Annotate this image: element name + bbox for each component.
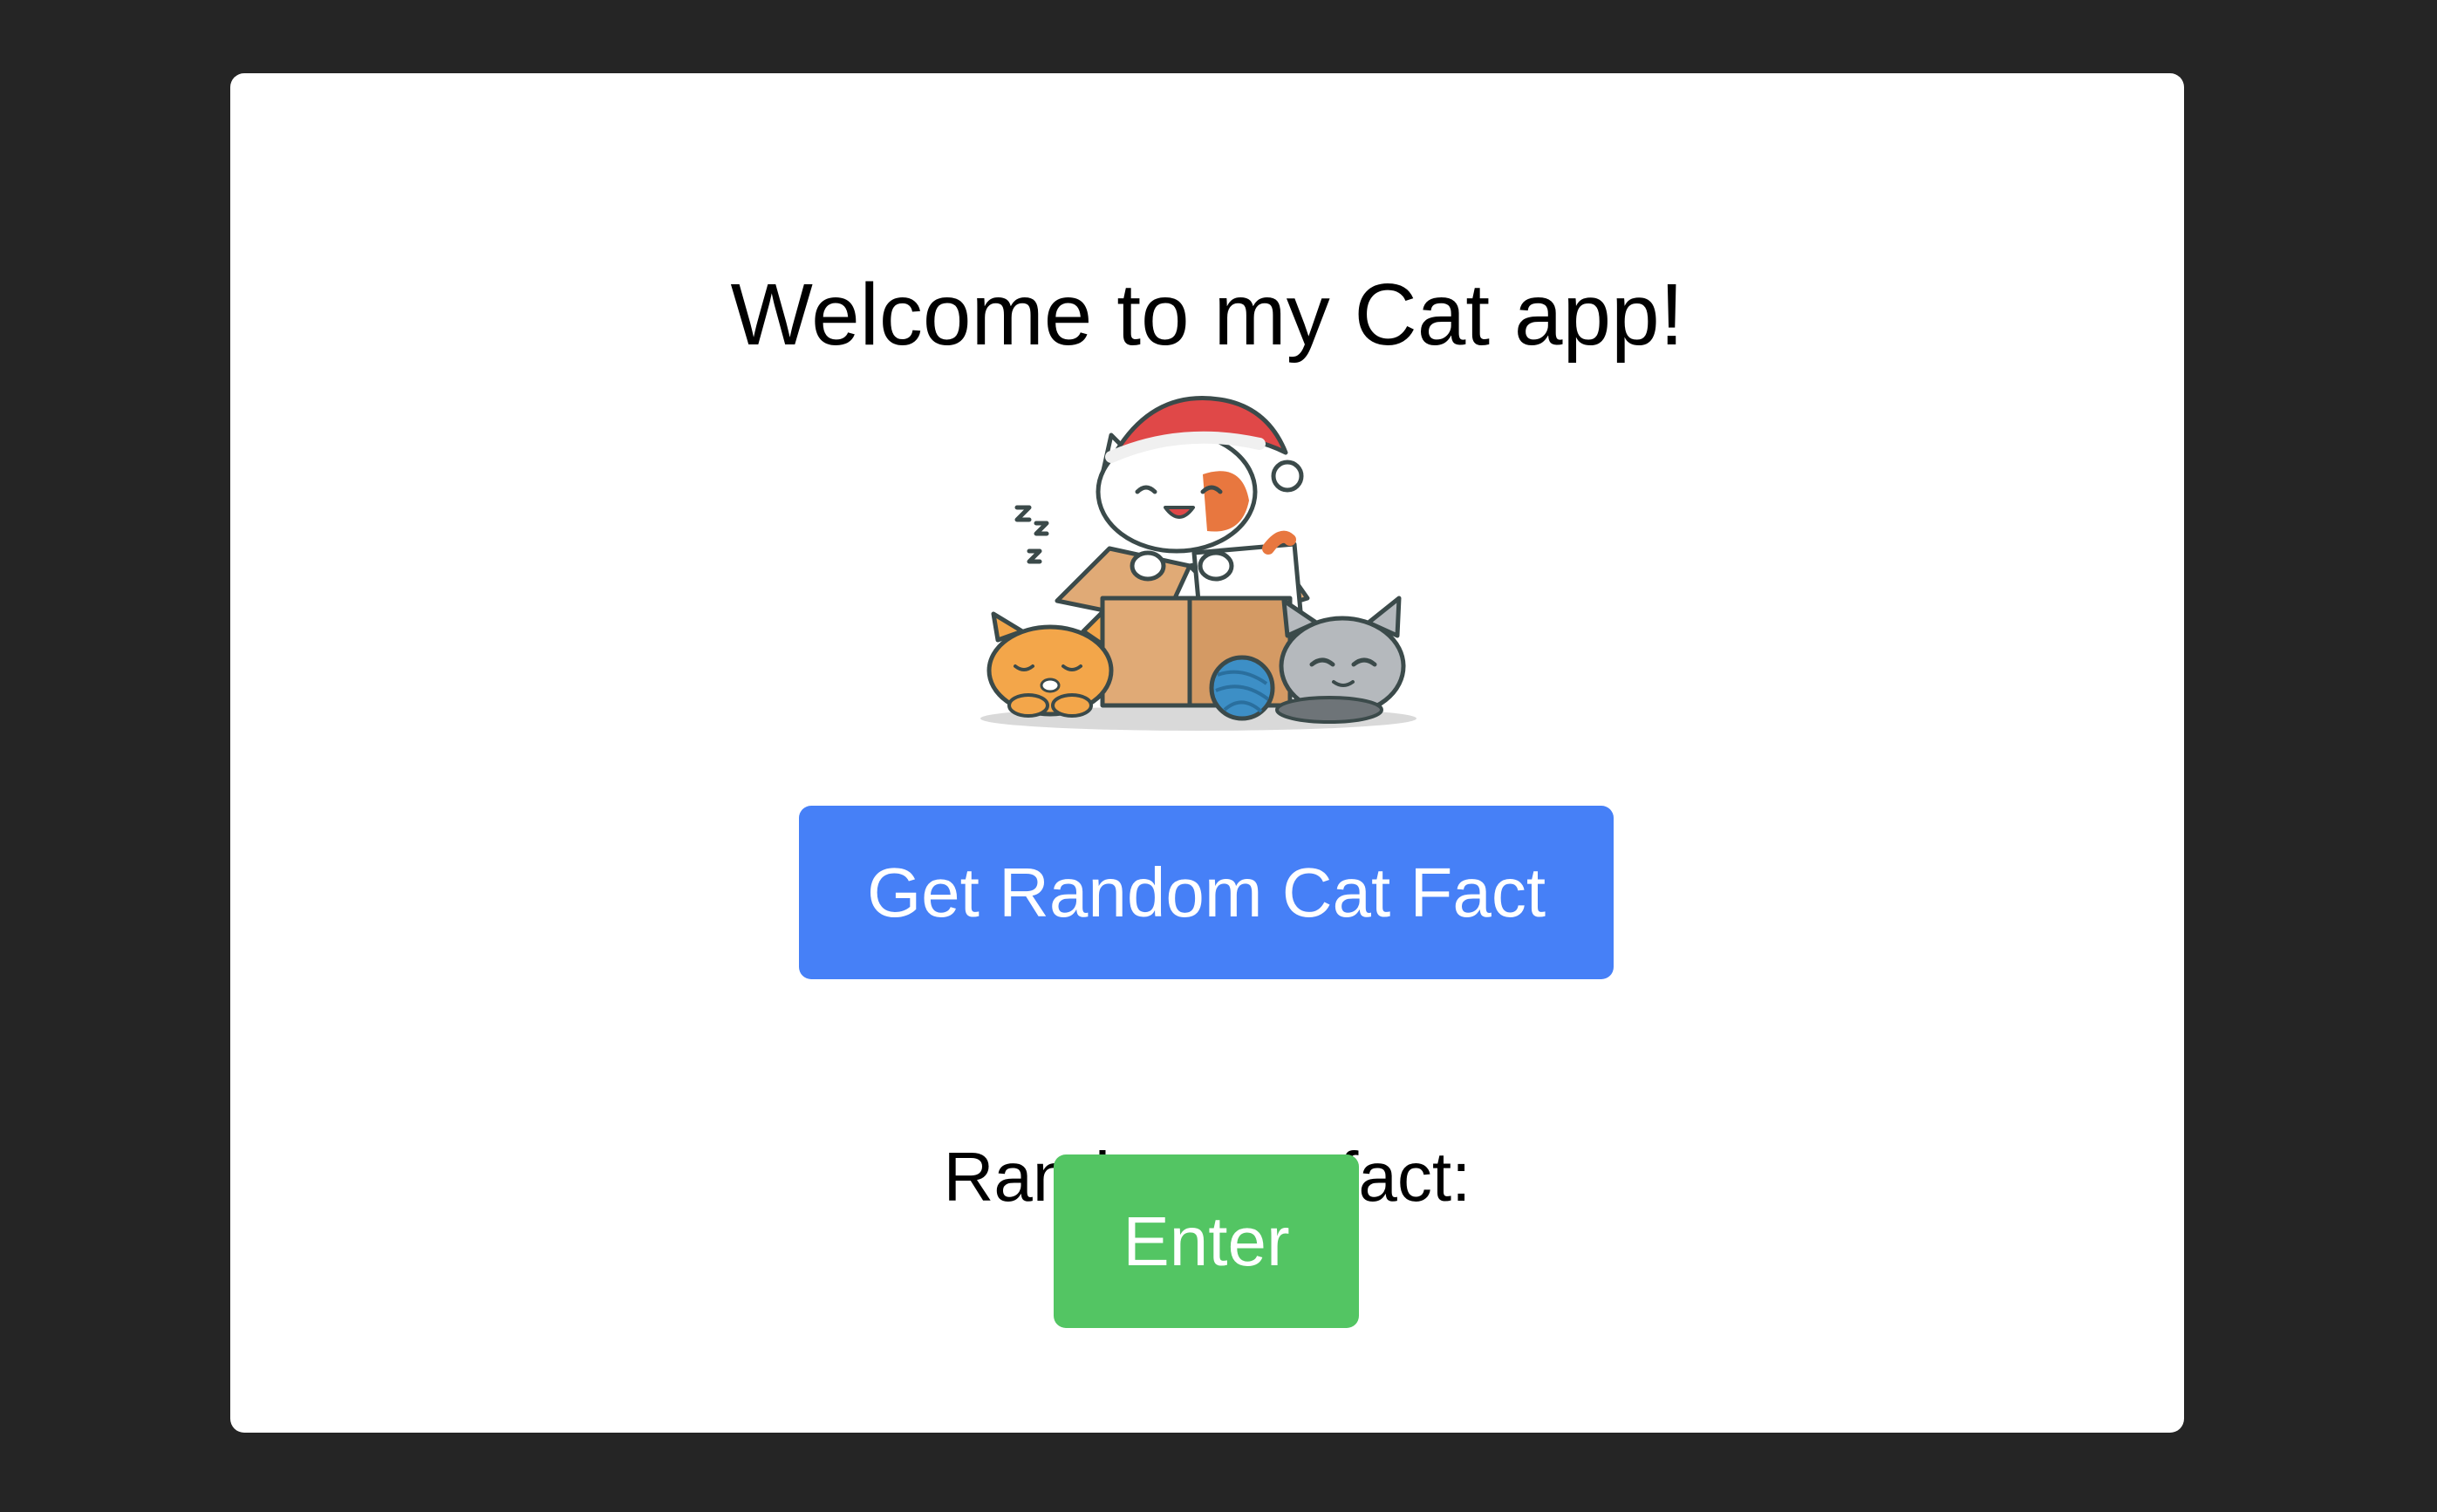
orange-cat (986, 610, 1114, 718)
zzz-icon (1014, 505, 1049, 564)
enter-button[interactable]: Enter (1054, 1154, 1359, 1328)
box-front (1100, 596, 1192, 708)
cats-illustration (980, 396, 1416, 731)
page-title: Welcome to my Cat app! (730, 266, 1684, 364)
get-random-cat-fact-button[interactable]: Get Random Cat Fact (799, 806, 1614, 979)
main-card: Welcome to my Cat app! Get Random Cat Fa… (230, 73, 2184, 1433)
yarn-ball (1209, 655, 1275, 721)
gray-cat (1275, 596, 1406, 724)
